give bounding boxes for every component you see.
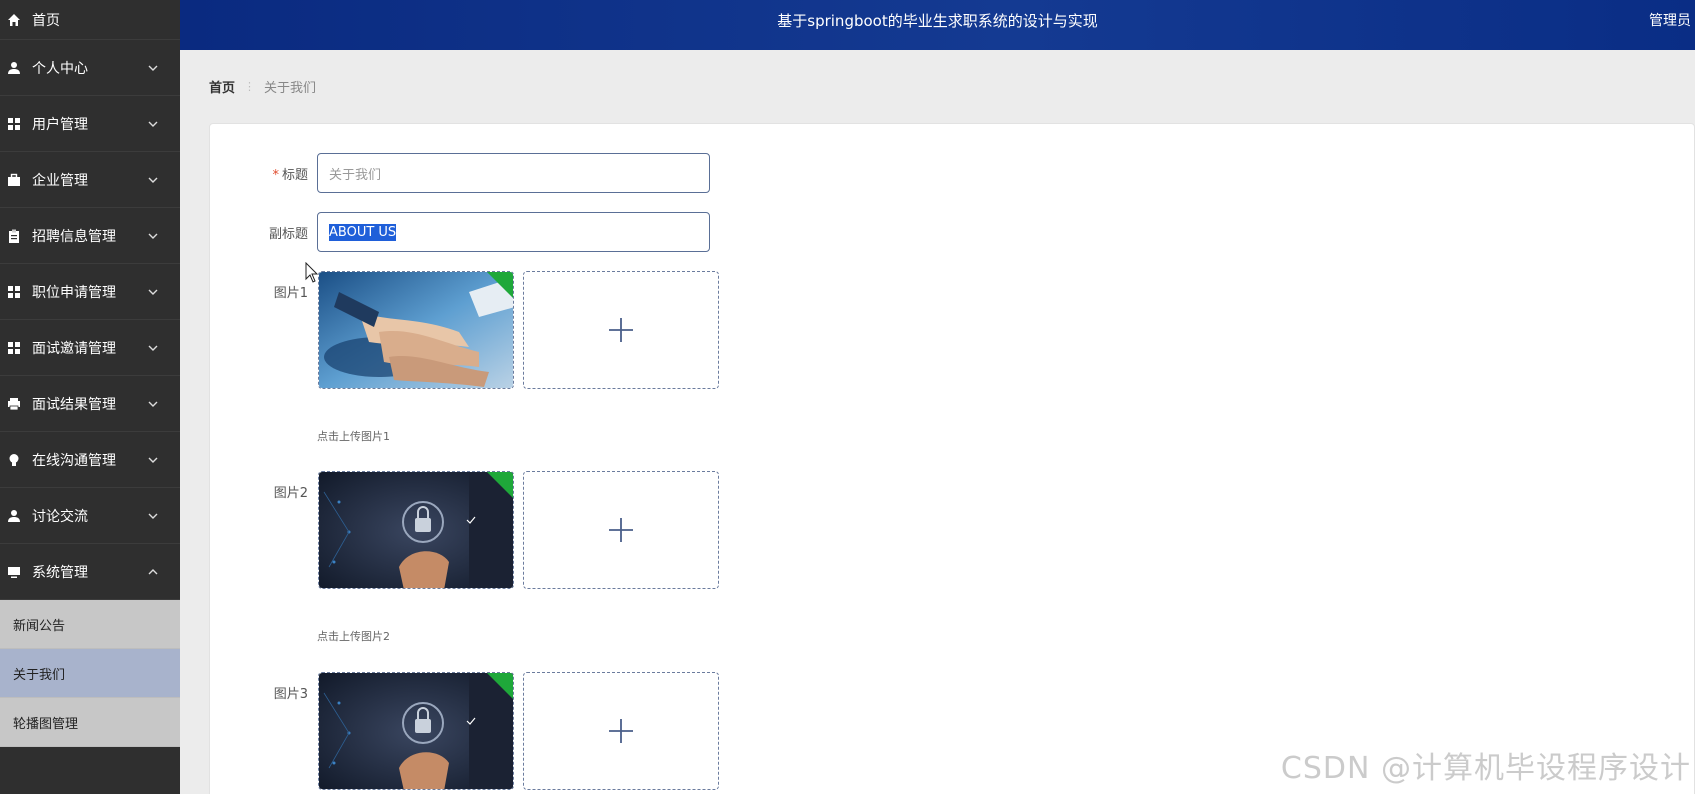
- image3-thumbnail[interactable]: [318, 672, 514, 790]
- chevron-down-icon: [148, 289, 158, 295]
- chevron-down-icon: [148, 457, 158, 463]
- image2-label: 图片2: [273, 486, 308, 501]
- sidebar-item-home[interactable]: 首页: [0, 0, 180, 40]
- chevron-up-icon: [148, 568, 158, 574]
- breadcrumb: 首页 ⋮ 关于我们: [209, 77, 316, 96]
- sidebar-item-label: 企业管理: [32, 172, 88, 189]
- plus-icon: [609, 719, 633, 743]
- image3-upload-button[interactable]: [523, 672, 719, 790]
- sidebar-item-online-chat[interactable]: 在线沟通管理: [0, 432, 180, 488]
- system-submenu: 新闻公告 关于我们 轮播图管理: [0, 600, 180, 747]
- plus-icon: [609, 318, 633, 342]
- submenu-item-news[interactable]: 新闻公告: [0, 600, 180, 649]
- clipboard-icon: [6, 228, 22, 244]
- sidebar-item-company-management[interactable]: 企业管理: [0, 152, 180, 208]
- chevron-down-icon: [148, 513, 158, 519]
- sidebar-item-label: 面试结果管理: [32, 396, 116, 413]
- sidebar-item-interview-result[interactable]: 面试结果管理: [0, 376, 180, 432]
- current-user[interactable]: 管理员: [1649, 0, 1691, 42]
- printer-icon: [6, 396, 22, 412]
- image2-thumbnail[interactable]: [318, 471, 514, 589]
- grid-icon: [6, 340, 22, 356]
- sidebar-item-label: 面试邀请管理: [32, 340, 116, 357]
- top-header: 基于springboot的毕业生求职系统的设计与实现 管理员: [180, 0, 1695, 50]
- sidebar-item-application-management[interactable]: 职位申请管理: [0, 264, 180, 320]
- title-placeholder: 关于我们: [329, 167, 382, 183]
- chevron-down-icon: [148, 233, 158, 239]
- breadcrumb-separator: ⋮: [244, 80, 256, 93]
- user-icon: [6, 60, 22, 76]
- sidebar-item-label: 讨论交流: [32, 508, 88, 525]
- image1-thumbnail[interactable]: [318, 271, 514, 389]
- chevron-down-icon: [148, 121, 158, 127]
- image2-upload-button[interactable]: [523, 471, 719, 589]
- image2-hint: 点击上传图片2: [317, 630, 390, 643]
- chevron-down-icon: [148, 401, 158, 407]
- image1-upload-button[interactable]: [523, 271, 719, 389]
- app-title: 基于springboot的毕业生求职系统的设计与实现: [777, 12, 1098, 30]
- subtitle-value: ABOUT US: [329, 223, 397, 241]
- plus-icon: [609, 518, 633, 542]
- briefcase-icon: [6, 172, 22, 188]
- sidebar-item-label: 在线沟通管理: [32, 452, 116, 469]
- breadcrumb-current: 关于我们: [264, 81, 317, 96]
- watermark: CSDN @计算机毕设程序设计: [1280, 751, 1691, 786]
- image1-hint: 点击上传图片1: [317, 430, 390, 443]
- submenu-item-carousel[interactable]: 轮播图管理: [0, 698, 180, 747]
- grid-icon: [6, 284, 22, 300]
- subtitle-label: 副标题: [268, 227, 308, 242]
- mouse-cursor-icon: [305, 262, 319, 283]
- sidebar-item-label: 首页: [32, 12, 60, 29]
- required-star: *: [272, 168, 279, 183]
- monitor-icon: [6, 564, 22, 580]
- image1-label: 图片1: [273, 286, 308, 301]
- sidebar-item-label: 招聘信息管理: [32, 228, 116, 245]
- sidebar-item-user-management[interactable]: 用户管理: [0, 96, 180, 152]
- sidebar-item-interview-invitation[interactable]: 面试邀请管理: [0, 320, 180, 376]
- title-label: * 标题: [272, 168, 308, 183]
- sidebar-item-discussion[interactable]: 讨论交流: [0, 488, 180, 544]
- user-icon: [6, 508, 22, 524]
- sidebar-item-system-management[interactable]: 系统管理: [0, 544, 180, 600]
- bulb-icon: [6, 452, 22, 468]
- submenu-item-about-us[interactable]: 关于我们: [0, 649, 180, 698]
- sidebar-item-label: 用户管理: [32, 116, 88, 133]
- subtitle-input[interactable]: ABOUT US: [317, 212, 710, 252]
- breadcrumb-home[interactable]: 首页: [209, 77, 235, 96]
- home-icon: [6, 12, 22, 28]
- sidebar-item-label: 个人中心: [32, 60, 88, 77]
- chevron-down-icon: [148, 177, 158, 183]
- sidebar-item-label: 职位申请管理: [32, 284, 116, 301]
- grid-icon: [6, 116, 22, 132]
- sidebar: 首页 个人中心 用户管理 企业管理 招聘信息管理 职位申请管理 面试邀请管理 面…: [0, 0, 180, 794]
- chevron-down-icon: [148, 65, 158, 71]
- image3-label: 图片3: [273, 687, 308, 702]
- chevron-down-icon: [148, 345, 158, 351]
- title-input[interactable]: 关于我们: [317, 153, 710, 193]
- sidebar-item-recruitment-management[interactable]: 招聘信息管理: [0, 208, 180, 264]
- sidebar-item-label: 系统管理: [32, 564, 88, 581]
- sidebar-item-personal-center[interactable]: 个人中心: [0, 40, 180, 96]
